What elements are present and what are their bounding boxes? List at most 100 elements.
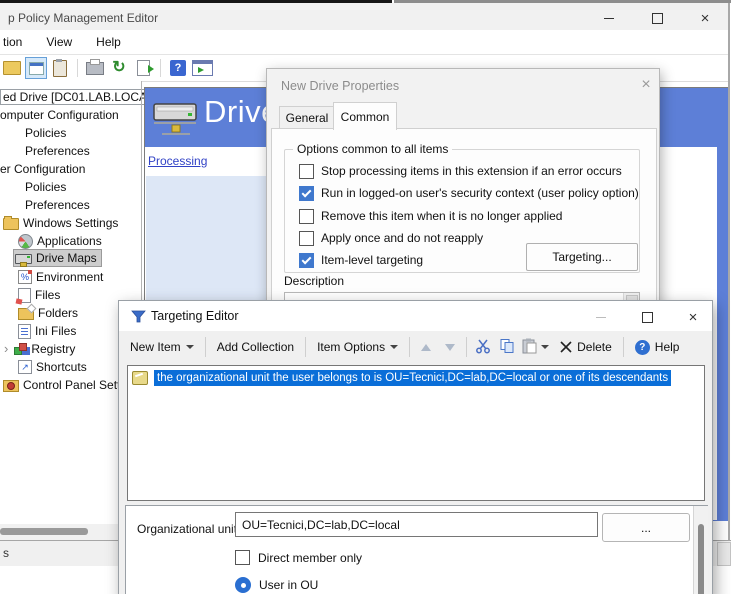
checkbox-row-apply-once[interactable]: Apply once and do not reapply — [299, 231, 483, 245]
minimize-icon[interactable] — [596, 8, 622, 28]
checkbox[interactable] — [299, 164, 314, 179]
checkbox[interactable] — [299, 231, 314, 246]
processing-tab-link[interactable]: Processing — [148, 154, 207, 168]
delete-button[interactable]: Delete — [553, 337, 619, 357]
selected-item-text: the organizational unit the user belongs… — [154, 370, 671, 386]
paste-dropdown-icon[interactable] — [541, 345, 549, 349]
options-group-label: Options common to all items — [293, 142, 452, 156]
radio-button[interactable] — [235, 577, 251, 593]
drive-maps-banner-icon — [152, 98, 200, 143]
menu-view[interactable]: View — [34, 35, 84, 49]
tree-item-label: Shortcuts — [36, 360, 87, 374]
checkbox[interactable] — [299, 209, 314, 224]
dialog-title: Targeting Editor — [151, 309, 239, 323]
targeting-editor-dialog: Targeting Editor × New Item Add Collecti… — [118, 300, 713, 594]
refresh-icon[interactable]: ↻ — [108, 57, 130, 79]
tree-item-control-panel-settings[interactable]: Control Panel Sett — [3, 376, 120, 394]
new-window-icon[interactable] — [191, 57, 213, 79]
tree-item-environment[interactable]: % Environment — [18, 268, 103, 286]
tree-item-shortcuts[interactable]: ↗ Shortcuts — [18, 358, 87, 376]
tree-scrollbar-thumb[interactable] — [0, 528, 88, 535]
checkbox-row-remove-item[interactable]: Remove this item when it is no longer ap… — [299, 209, 562, 223]
chevron-down-icon — [186, 345, 194, 349]
organizational-unit-input[interactable]: OU=Tecnici,DC=lab,DC=local — [235, 512, 598, 537]
targeting-items-list[interactable]: the organizational unit the user belongs… — [127, 365, 705, 501]
checkbox-row-run-security-context[interactable]: Run in logged-on user's security context… — [299, 186, 639, 200]
tree-item-policies[interactable]: Policies — [25, 124, 66, 142]
tree-item-ini-files[interactable]: Ini Files — [18, 322, 76, 340]
tree-item-computer-configuration[interactable]: omputer Configuration — [0, 106, 119, 124]
tab-common[interactable]: Common — [333, 102, 397, 130]
direct-member-only-row[interactable]: Direct member only — [235, 550, 362, 565]
maximize-icon[interactable] — [633, 307, 661, 327]
tree-item-root-gpo[interactable]: ed Drive [DC01.LAB.LOCA — [0, 88, 150, 106]
cut-icon[interactable] — [475, 338, 491, 357]
status-bar-text: s — [3, 546, 9, 560]
tree-item-registry[interactable]: › Registry — [4, 340, 75, 358]
description-label: Description — [284, 274, 344, 288]
browse-button[interactable]: ... — [602, 513, 690, 542]
targeting-titlebar: Targeting Editor × — [119, 301, 712, 331]
import-icon[interactable] — [1, 57, 23, 79]
tree-item-label: ed Drive [DC01.LAB.LOCA — [0, 89, 150, 105]
tree-item-label: Files — [35, 288, 60, 302]
checkbox-row-stop-processing[interactable]: Stop processing items in this extension … — [299, 164, 622, 178]
move-up-icon[interactable] — [421, 344, 431, 351]
tree-item-folders[interactable]: Folders — [18, 304, 78, 322]
menu-help[interactable]: Help — [84, 35, 133, 49]
screenshot-root: p Policy Management Editor × tion View H… — [0, 0, 731, 594]
tree-item-windows-settings[interactable]: Windows Settings — [3, 214, 118, 232]
tree-item-label: Registry — [31, 342, 75, 356]
paste-icon[interactable] — [521, 338, 539, 357]
targeting-item-row[interactable]: the organizational unit the user belongs… — [132, 369, 671, 386]
tree-item-policies-user[interactable]: Policies — [25, 178, 66, 196]
add-collection-button[interactable]: Add Collection — [210, 337, 301, 357]
copy-icon[interactable] — [499, 338, 515, 357]
checkbox-label: Apply once and do not reapply — [321, 231, 483, 245]
status-bar-scroll-box — [717, 542, 731, 566]
minimize-icon[interactable] — [587, 307, 615, 327]
gpme-titlebar: p Policy Management Editor × — [0, 3, 728, 30]
item-options-button[interactable]: Item Options — [310, 337, 405, 357]
move-down-icon[interactable] — [445, 344, 455, 351]
maximize-icon[interactable] — [644, 8, 670, 28]
checkbox-label: Item-level targeting — [321, 253, 423, 267]
panel-vertical-scrollbar[interactable] — [693, 506, 708, 594]
clipboard-icon[interactable] — [49, 57, 71, 79]
checkbox-label: Direct member only — [258, 551, 362, 565]
tree-item-files[interactable]: Files — [18, 286, 60, 304]
export-list-icon[interactable] — [132, 57, 154, 79]
filter-funnel-icon — [131, 309, 146, 329]
help-icon[interactable]: ? — [167, 57, 189, 79]
tree-item-applications[interactable]: Applications — [18, 232, 102, 250]
targeting-button[interactable]: Targeting... — [526, 243, 638, 271]
menu-bar: tion View Help — [0, 30, 728, 55]
console-window-icon[interactable] — [25, 57, 47, 79]
checkbox[interactable] — [299, 186, 314, 201]
tree-item-drive-maps[interactable]: Drive Maps — [13, 249, 102, 267]
close-icon[interactable]: × — [679, 307, 707, 327]
tree-item-preferences[interactable]: Preferences — [25, 142, 90, 160]
menu-action[interactable]: tion — [0, 35, 34, 49]
printer-icon[interactable] — [84, 57, 106, 79]
close-icon[interactable]: × — [692, 8, 718, 28]
checkbox[interactable] — [299, 253, 314, 268]
tree-item-preferences-user[interactable]: Preferences — [25, 196, 90, 214]
checkbox[interactable] — [235, 550, 250, 565]
tree-item-label: Preferences — [25, 198, 90, 212]
close-icon[interactable]: × — [635, 75, 657, 95]
scrollbar-thumb[interactable] — [698, 524, 704, 594]
checkbox-row-item-level-targeting[interactable]: Item-level targeting — [299, 253, 423, 267]
tab-general[interactable]: General — [279, 106, 335, 129]
help-button[interactable]: ? Help — [628, 337, 687, 358]
tree-item-label: omputer Configuration — [0, 108, 119, 122]
folders-icon — [18, 308, 34, 320]
tree-item-user-configuration[interactable]: er Configuration — [0, 160, 85, 178]
tree-item-label: Policies — [25, 180, 66, 194]
chevron-right-icon[interactable]: › — [4, 343, 8, 355]
window-right-border — [728, 3, 730, 565]
user-in-ou-row[interactable]: User in OU — [235, 577, 318, 593]
tree-item-label: Environment — [36, 270, 103, 284]
folder-icon — [3, 218, 19, 230]
new-item-button[interactable]: New Item — [123, 337, 201, 357]
